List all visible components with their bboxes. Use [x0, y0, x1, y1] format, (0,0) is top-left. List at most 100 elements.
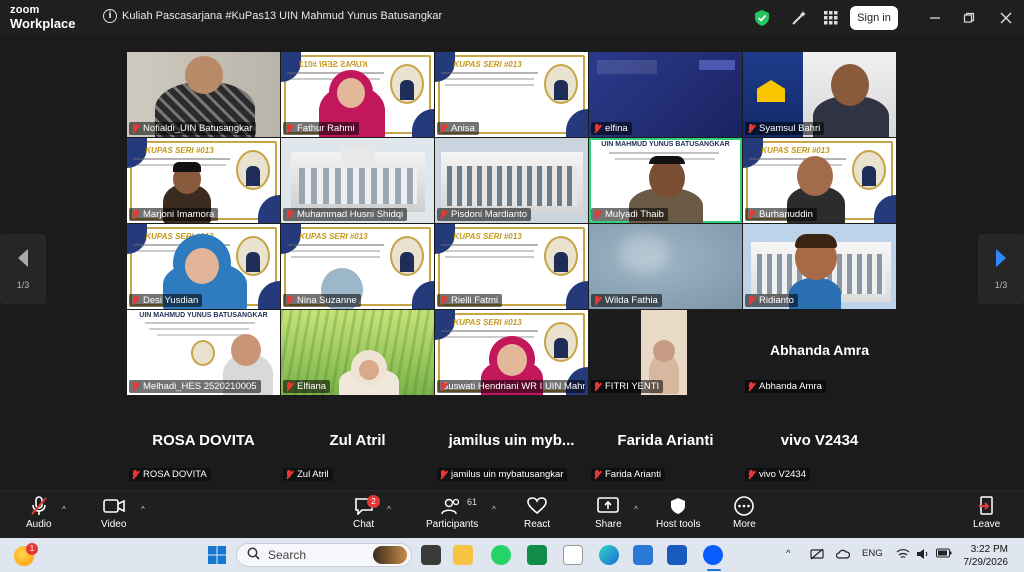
video-tile[interactable]: Pisdoni Mardianto [435, 138, 588, 223]
next-page-button[interactable]: 1/3 [978, 234, 1024, 304]
video-tile[interactable]: Wilda Fathia [589, 224, 742, 309]
video-tile-active-speaker[interactable]: UIN MAHMUD YUNUS BATUSANGKAR Mulyadi Tha… [589, 138, 742, 223]
language-indicator[interactable]: ENG [862, 548, 883, 559]
minimize-icon[interactable] [926, 9, 944, 27]
video-tile[interactable]: UIN MAHMUD YUNUS BATUSANGKAR Melhadi_HES… [127, 310, 280, 395]
participant-display-name: vivo V2434 [780, 432, 859, 449]
video-tile[interactable]: KUPAS SERI #013 Desi Yusdian [127, 224, 280, 309]
sign-in-button[interactable]: Sign in [850, 6, 898, 30]
video-tile[interactable]: Ridianto [743, 224, 896, 309]
participant-label[interactable]: Zul Atril [283, 468, 333, 481]
network-off-icon[interactable] [810, 548, 824, 563]
participant-label: Marjoni Imamora [129, 208, 219, 221]
participant-label[interactable]: Farida Arianti [591, 468, 665, 481]
magic-wand-icon[interactable] [790, 9, 808, 27]
edge-browser-icon[interactable] [599, 545, 619, 565]
windows-start-icon[interactable] [207, 545, 227, 565]
video-tile[interactable]: Nofialdi_UIN Batusangkar [127, 52, 280, 137]
windows-taskbar: 1 Search ^ ENG 3:22 PM 7/29/2026 [0, 538, 1024, 572]
participant-label: Rielli Fatmi [437, 294, 502, 307]
participant-name: Elfiana [297, 381, 327, 392]
more-button[interactable]: More [733, 495, 756, 530]
video-tile[interactable]: KUPAS SERI #013 Marjoni Imamora [127, 138, 280, 223]
video-tile[interactable]: FITRI YENTI [589, 310, 742, 395]
audio-button[interactable]: Audio [26, 495, 52, 530]
video-tile[interactable]: KUPAS SERI #013 Burhanuddin [743, 138, 896, 223]
word-icon[interactable] [667, 545, 687, 565]
video-tile[interactable]: Elfiana [281, 310, 434, 395]
mic-muted-icon [593, 381, 602, 392]
volume-icon[interactable] [916, 548, 930, 563]
participant-label[interactable]: vivo V2434 [745, 468, 811, 481]
leave-button[interactable]: Leave [973, 495, 1000, 530]
mic-off-icon [30, 495, 48, 517]
video-tile[interactable]: KUPAS SERI #013 Fathur Rahmi [281, 52, 434, 137]
more-dots-icon [733, 495, 755, 517]
close-icon[interactable] [997, 9, 1015, 27]
share-screen-icon [597, 495, 620, 517]
video-tile[interactable]: Syamsul Bahri [743, 52, 896, 137]
prev-page-button[interactable]: 1/3 [0, 234, 46, 304]
participant-label[interactable]: ROSA DOVITA [129, 468, 211, 481]
store-icon[interactable] [563, 545, 583, 565]
maximize-icon[interactable] [960, 9, 978, 27]
video-tile[interactable]: elfina [589, 52, 742, 137]
participant-label: Pisdoni Mardianto [437, 208, 532, 221]
participant-label: elfina [591, 122, 632, 135]
video-tile[interactable]: KUPAS SERI #013 Suswati Hendriani WR I U… [435, 310, 588, 395]
participant-label: Nofialdi_UIN Batusangkar [129, 122, 257, 135]
chat-options-caret[interactable]: ^ [387, 505, 391, 514]
participant-name: Melhadi_HES 2520210005 [143, 381, 257, 392]
host-tools-button[interactable]: Host tools [656, 495, 700, 530]
search-placeholder: Search [268, 548, 307, 562]
participant-name: Ridianto [759, 295, 794, 306]
shield-check-icon[interactable] [753, 9, 771, 27]
participant-label[interactable]: jamilus uin mybatusangkar [437, 468, 568, 481]
participant-name: Anisa [451, 123, 475, 134]
react-button[interactable]: React [524, 495, 550, 530]
photos-app-icon[interactable] [633, 545, 653, 565]
meeting-toolbar: Audio ^ Video ^ Chat 2 ^ Participants 61… [0, 490, 1024, 538]
system-clock[interactable]: 3:22 PM 7/29/2026 [964, 543, 1009, 569]
mic-muted-icon [747, 123, 756, 134]
share-button[interactable]: Share [595, 495, 622, 530]
poster-title: KUPAS SERI #013 [299, 232, 368, 241]
mic-muted-icon [439, 469, 448, 480]
participant-name: Rielli Fatmi [451, 295, 498, 306]
mic-muted-icon [131, 123, 140, 134]
whatsapp-icon[interactable] [491, 545, 511, 565]
task-view-icon[interactable] [421, 545, 441, 565]
participants-options-caret[interactable]: ^ [492, 505, 496, 514]
video-button[interactable]: Video [101, 495, 126, 530]
people-icon [441, 495, 463, 517]
zoom-app-icon[interactable] [703, 545, 723, 565]
participant-display-name: Abhanda Amra [769, 342, 870, 358]
apps-grid-icon[interactable] [822, 9, 840, 27]
poster-header: UIN MAHMUD YUNUS BATUSANGKAR [601, 141, 730, 148]
cloud-icon[interactable] [835, 548, 851, 563]
taskbar-search-box[interactable]: Search [236, 543, 412, 567]
mic-muted-icon [131, 381, 140, 392]
share-options-caret[interactable]: ^ [634, 505, 638, 514]
video-tile[interactable]: Muhammad Husni Shidqi [281, 138, 434, 223]
info-icon[interactable]: i [103, 9, 117, 23]
video-tile[interactable]: KUPAS SERI #013 Rielli Fatmi [435, 224, 588, 309]
mic-muted-icon [439, 209, 448, 220]
participant-label: Ridianto [745, 294, 798, 307]
video-tile[interactable]: KUPAS SERI #013 Nina Suzanne [281, 224, 434, 309]
audio-options-caret[interactable]: ^ [62, 505, 66, 514]
mic-muted-icon [747, 209, 756, 220]
whatsapp-business-icon[interactable] [527, 545, 547, 565]
tray-overflow-caret[interactable]: ^ [786, 548, 790, 559]
participant-label: FITRI YENTI [591, 380, 664, 393]
video-options-caret[interactable]: ^ [141, 505, 145, 514]
video-tile-audio-only[interactable]: Abhanda Amra Abhanda Amra [743, 310, 896, 395]
participant-name: Suswati Hendriani WR I UIN Mahmud Yunus … [442, 381, 585, 392]
video-tile[interactable]: KUPAS SERI #013 Anisa [435, 52, 588, 137]
wifi-icon[interactable] [896, 548, 910, 563]
battery-icon[interactable] [936, 548, 952, 561]
file-explorer-icon[interactable] [453, 545, 473, 565]
participant-label: Abhanda Amra [745, 380, 826, 393]
more-label: More [733, 519, 756, 530]
participant-label: Suswati Hendriani WR I UIN Mahmud Yunus … [437, 380, 585, 393]
